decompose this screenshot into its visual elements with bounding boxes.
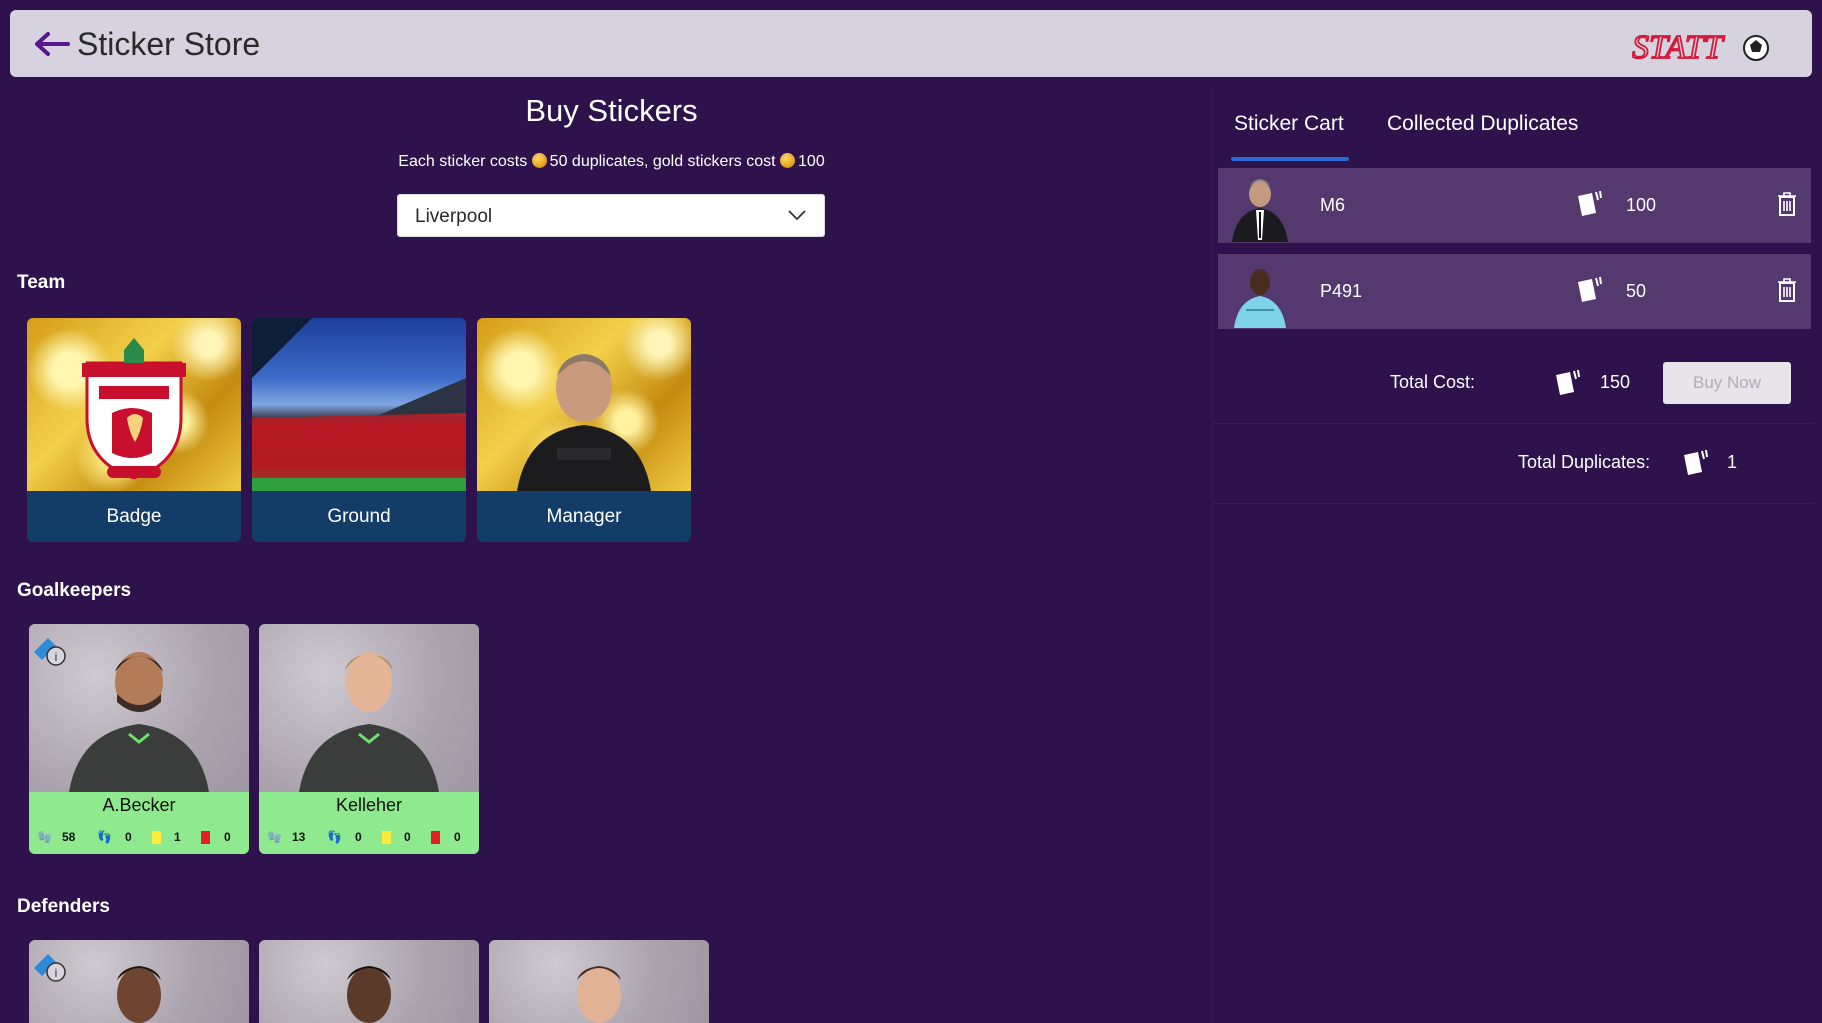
glove-icon: 🧤 [267, 830, 282, 844]
yellow-card-icon [382, 831, 391, 844]
statto-logo: STATT [1632, 28, 1769, 67]
assists-value: 0 [125, 830, 132, 844]
player-card-defender[interactable]: i [29, 940, 249, 1023]
boots-icon: 👣 [327, 830, 342, 844]
liverpool-crest-icon [82, 338, 186, 480]
sticker-code: P491 [1320, 281, 1363, 301]
sticker-thumbnail [1226, 174, 1294, 242]
section-defenders: Defenders [17, 896, 110, 917]
ground-art [252, 318, 466, 491]
page-title: Sticker Store [77, 26, 261, 62]
divider [1214, 423, 1814, 424]
player-stats: 🧤 58 👣 0 1 0 [37, 830, 247, 846]
duplicates-cards-icon [1684, 449, 1708, 475]
cart-item: P491 50 [1218, 254, 1811, 329]
yellow-card-icon [152, 831, 161, 844]
team-card-badge[interactable]: Badge [27, 318, 241, 542]
player-card-kelleher[interactable]: Kelleher 🧤 13 👣 0 0 0 [259, 624, 479, 854]
cart-item: M6 100 [1218, 168, 1811, 243]
sticker-price: 100 [1626, 195, 1657, 215]
sticker-code: M6 [1320, 195, 1346, 215]
total-cost-value: 150 [1600, 372, 1631, 392]
total-duplicates-label: Total Duplicates: [1518, 452, 1651, 472]
team-select-value: Liverpool [415, 206, 493, 227]
red-cards-value: 0 [224, 830, 231, 844]
coin-icon [780, 153, 796, 168]
manager-photo [517, 354, 651, 491]
tab-sticker-cart[interactable]: Sticker Cart [1234, 112, 1344, 136]
chevron-down-icon [788, 210, 806, 221]
red-cards-value: 0 [454, 830, 461, 844]
info-badge-icon[interactable]: i [34, 954, 68, 984]
player-card-defender[interactable] [259, 940, 479, 1023]
info-badge-icon[interactable]: i [34, 638, 68, 668]
player-photo [577, 966, 621, 1023]
manager-art [477, 318, 691, 491]
stadium-image [252, 318, 466, 491]
player-band: A.Becker 🧤 58 👣 0 1 0 [29, 792, 249, 854]
svg-text:STATT: STATT [1632, 29, 1725, 66]
red-card-icon [201, 831, 210, 844]
trash-icon[interactable] [1778, 278, 1796, 302]
tab-collected-duplicates[interactable]: Collected Duplicates [1387, 112, 1578, 136]
player-name: A.Becker [102, 795, 176, 815]
back-arrow-icon[interactable] [34, 32, 70, 56]
player-name: Kelleher [335, 795, 403, 815]
team-card-label: Badge [27, 491, 241, 542]
clean-sheets-value: 13 [292, 830, 306, 844]
duplicates-cards-icon [1578, 276, 1602, 302]
team-card-label: Manager [477, 491, 691, 542]
boots-icon: 👣 [97, 830, 112, 844]
clean-sheets-value: 58 [62, 830, 76, 844]
divider [1214, 503, 1814, 504]
player-photo [347, 966, 391, 1023]
glove-icon: 🧤 [37, 830, 52, 844]
sticker-thumbnail [1226, 260, 1294, 328]
assists-value: 0 [355, 830, 362, 844]
svg-text:i: i [55, 650, 58, 664]
team-card-manager[interactable]: Manager [477, 318, 691, 542]
duplicates-cards-icon [1556, 369, 1580, 395]
duplicates-cards-icon [1578, 190, 1602, 216]
coin-icon [531, 153, 547, 168]
team-select[interactable]: Liverpool [397, 194, 825, 237]
total-cost-label: Total Cost: [1390, 372, 1476, 392]
red-card-icon [431, 831, 440, 844]
total-duplicates-value: 1 [1727, 452, 1738, 472]
badge-art [27, 318, 241, 491]
sticker-price: 50 [1626, 281, 1647, 301]
section-team: Team [17, 272, 66, 293]
team-card-label: Ground [252, 491, 466, 542]
app-header: Sticker Store STATT [10, 10, 1812, 77]
player-photo [259, 624, 479, 792]
svg-text:i: i [55, 966, 58, 980]
player-card-defender[interactable] [489, 940, 709, 1023]
buy-now-button[interactable]: Buy Now [1663, 362, 1791, 404]
team-card-ground[interactable]: Ground [252, 318, 466, 542]
trash-icon[interactable] [1778, 192, 1796, 216]
price-info: Each sticker costs 50 duplicates, gold s… [398, 153, 825, 170]
yellow-cards-value: 0 [404, 830, 411, 844]
yellow-cards-value: 1 [174, 830, 181, 844]
player-card-becker[interactable]: i A.Becker 🧤 58 👣 0 1 0 [29, 624, 249, 854]
section-goalkeepers: Goalkeepers [17, 580, 132, 601]
buy-stickers-title: Buy Stickers [525, 93, 698, 128]
player-stats: 🧤 13 👣 0 0 0 [267, 830, 477, 846]
active-tab-indicator [1231, 157, 1349, 161]
player-band: Kelleher 🧤 13 👣 0 0 0 [259, 792, 479, 854]
